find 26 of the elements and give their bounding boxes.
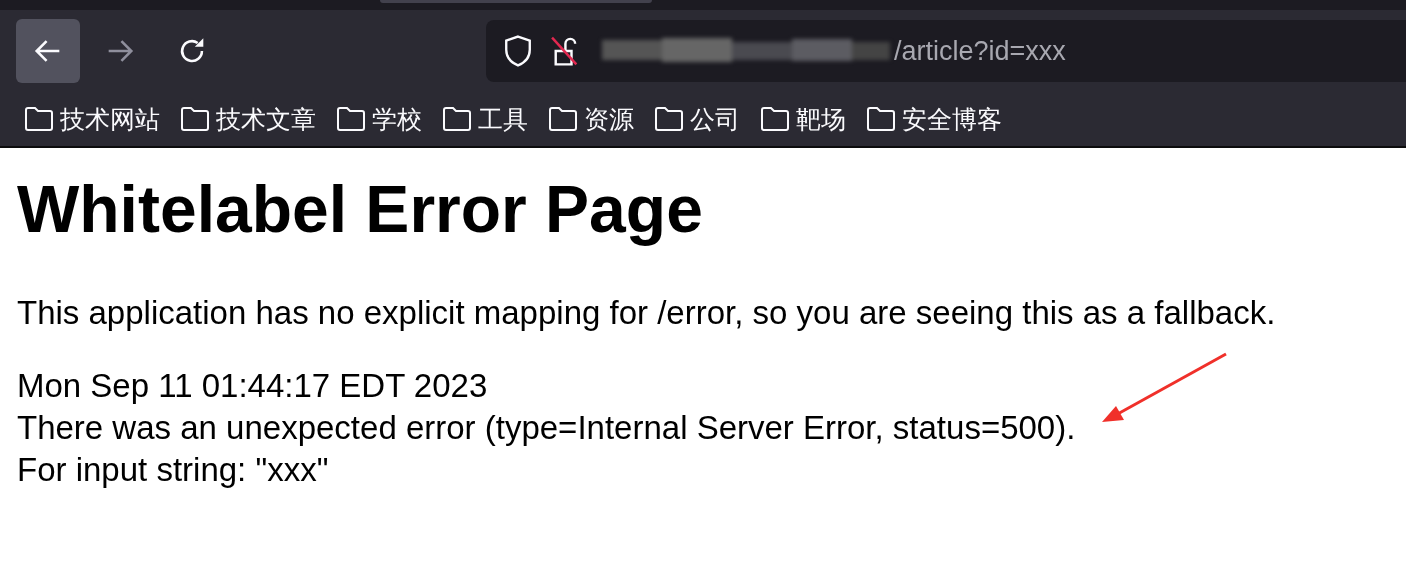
bookmark-folder[interactable]: 学校 xyxy=(336,102,422,136)
page-heading: Whitelabel Error Page xyxy=(17,171,704,248)
bookmark-folder[interactable]: 技术文章 xyxy=(180,102,316,136)
error-detail: There was an unexpected error (type=Internal Server Error, status=500). xyxy=(17,407,1076,448)
bookmark-folder[interactable]: 资源 xyxy=(548,102,634,136)
shield-icon[interactable] xyxy=(502,34,534,68)
bookmark-folder[interactable]: 工具 xyxy=(442,102,528,136)
folder-icon xyxy=(442,106,472,132)
bookmark-folder[interactable]: 安全博客 xyxy=(866,102,1002,136)
unlocked-padlock-icon[interactable] xyxy=(548,34,578,68)
error-detail: For input string: "xxx" xyxy=(17,449,329,490)
bookmark-folder[interactable]: 靶场 xyxy=(760,102,846,136)
bookmark-folder[interactable]: 公司 xyxy=(654,102,740,136)
folder-icon xyxy=(548,106,578,132)
address-bar[interactable]: /article?id=xxx xyxy=(486,20,1406,82)
folder-icon xyxy=(654,106,684,132)
back-button[interactable] xyxy=(16,19,80,83)
folder-icon xyxy=(24,106,54,132)
folder-icon xyxy=(760,106,790,132)
error-detail: Mon Sep 11 01:44:17 EDT 2023 xyxy=(17,365,488,406)
bookmark-folder[interactable]: 技术网站 xyxy=(24,102,160,136)
folder-icon xyxy=(336,106,366,132)
folder-icon xyxy=(180,106,210,132)
folder-icon xyxy=(866,106,896,132)
url-text: /article?id=xxx xyxy=(894,35,1066,67)
error-message: This application has no explicit mapping for /error, so you are seeing this as a fallback. xyxy=(17,293,1277,333)
